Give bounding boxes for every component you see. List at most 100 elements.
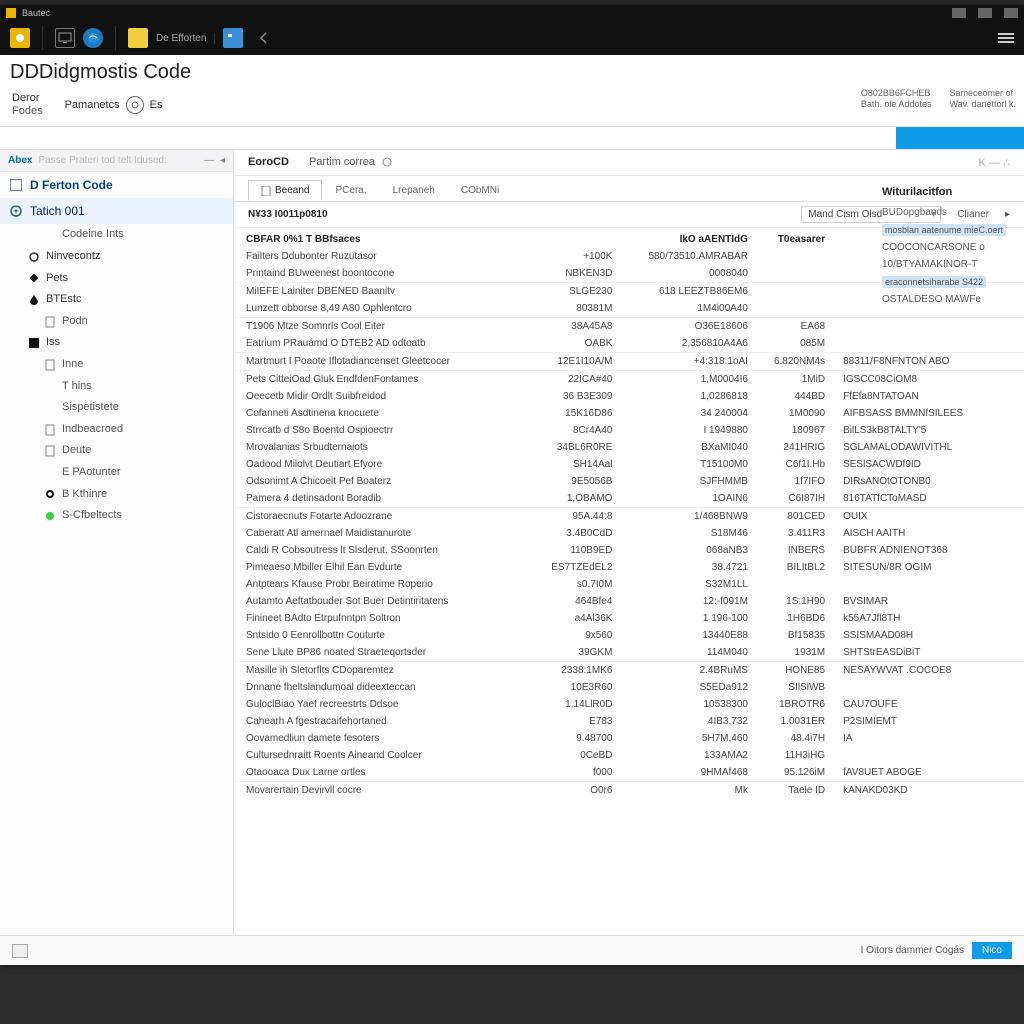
subtab-tools[interactable]: K — ∴ xyxy=(979,156,1010,169)
taskbar-app-icon[interactable] xyxy=(10,28,30,48)
cell-val1: 80381M xyxy=(539,300,636,318)
cell-val2: S32M1LL xyxy=(636,576,762,593)
sidebar-item[interactable]: Inne xyxy=(0,354,233,376)
table-row[interactable]: Cultursednraitt Roents Aineand Coolcer0C… xyxy=(234,747,1024,764)
taskbar-monitor-icon[interactable] xyxy=(55,28,75,48)
collapse-icon[interactable]: — xyxy=(204,155,214,166)
table-row[interactable]: Cofanneti Asdtinena knocuete15K16D8634 2… xyxy=(234,405,1024,422)
close-icon[interactable] xyxy=(1004,8,1018,18)
cell-val1: 12E1I10A/M xyxy=(539,353,636,371)
ribbon-info-id: O802BB6FCHEB Bath. ole Addotes xyxy=(861,88,932,126)
sidebar-item[interactable]: Codeine Ints xyxy=(0,224,233,246)
subtab-eurocd[interactable]: EoroCD xyxy=(248,156,289,169)
view-tab-3[interactable]: Lrepaneh xyxy=(380,180,448,201)
grid-icon[interactable] xyxy=(12,944,28,958)
ribbon-suffix: Es xyxy=(150,99,163,112)
table-row[interactable]: Sene Llute BP86 noated Straeteqortsder39… xyxy=(234,644,1024,662)
cell-val2: 068aNB3 xyxy=(636,542,762,559)
chevron-left-icon[interactable]: ◂ xyxy=(220,155,225,166)
page-back-icon[interactable] xyxy=(257,31,271,45)
sidebar-item[interactable]: Deute xyxy=(0,440,233,462)
table-row[interactable]: Oeecetb Midir Ordlt Suibfreidod36 B3E309… xyxy=(234,388,1024,405)
cell-val2: S5EDa912 xyxy=(636,679,762,696)
cell-desc: Cofanneti Asdtinena knocuete xyxy=(234,405,539,422)
hamburger-icon[interactable] xyxy=(998,32,1014,44)
right-panel-head: BUDopgbands xyxy=(882,204,1016,221)
table-row[interactable]: T1906 Mtze Somnrls Cool Eiter38A45A8O36E… xyxy=(234,318,1024,336)
cell-desc: Failters Ddubonter Ruzutasor xyxy=(234,248,539,265)
table-row[interactable]: Oovamedliun damete fesoters9.487005H7M,4… xyxy=(234,730,1024,747)
cell-desc: Otaooaca Dux Larne ortles xyxy=(234,764,539,782)
table-row[interactable]: Cahearh A fgestracaifehortanedE7834IB3,7… xyxy=(234,713,1024,730)
sidebar-item[interactable]: B Kthinre xyxy=(0,484,233,506)
cell-val2: 2,356810A4A6 xyxy=(636,335,762,353)
right-panel-row[interactable]: eraconnetsiharabe S422 xyxy=(882,276,986,288)
table-row[interactable]: Pamera 4 detinsadont Boradib1,OBAMO1OAIN… xyxy=(234,490,1024,508)
sidebar-item[interactable]: S-Cfbeltects xyxy=(0,505,233,527)
view-tab-4[interactable]: CObMNi xyxy=(448,180,512,201)
sidebar-item[interactable]: Indbeacroed xyxy=(0,419,233,441)
table-row[interactable]: Sntsido 0 Eenrollbottn Couturte9x5601344… xyxy=(234,627,1024,644)
right-panel-row[interactable]: mosblan aatenume mieC.oert xyxy=(882,224,1006,236)
table-row[interactable]: Martmurt I Poaote Iflotadiancenset Gleet… xyxy=(234,353,1024,371)
sidebar-filter[interactable]: Abex Passe Prateri tod telt Idused: — ◂ xyxy=(0,150,233,172)
table-row[interactable]: Odsonimt A Chicoeit Pef Boaterz9E5056BSJ… xyxy=(234,473,1024,490)
taskbar-folder-icon[interactable] xyxy=(128,28,148,48)
ribbon-group-parameters[interactable]: Pamanetcs Es xyxy=(61,88,167,126)
cell-val1: SLGE230 xyxy=(539,283,636,301)
table-row[interactable]: Mrovalanias Srbudternaiots34BL6R0REBXaMI… xyxy=(234,439,1024,456)
subtab-partner[interactable]: Partim correa xyxy=(309,156,375,169)
ribbon-group-error-codes[interactable]: Deror Fodes xyxy=(8,88,47,126)
cell-desc: Pets CitteiOad Gluk EndfdenFontames xyxy=(234,371,539,389)
table-row[interactable]: Masille ih Sletorflts CDoparemtez2338:1M… xyxy=(234,662,1024,680)
sidebar-item[interactable]: Podn xyxy=(0,311,233,333)
sidebar-item[interactable]: Sispetistete xyxy=(0,397,233,419)
sidebar-item[interactable]: Iss xyxy=(0,332,233,354)
table-row[interactable]: Eatrium PRauámd O DTEB2 AD odtoatbOABK2,… xyxy=(234,335,1024,353)
table-row[interactable]: Pets CitteiOad Gluk EndfdenFontames22ICA… xyxy=(234,371,1024,389)
doc-icon xyxy=(44,445,56,457)
sidebar-item[interactable]: T hins xyxy=(0,376,233,398)
table-row[interactable]: Caldi R Cobsoutress lt Slsderut. SSoonrt… xyxy=(234,542,1024,559)
table-row[interactable]: Finineet BAdto Etrpufnntpn Soltrona4Al36… xyxy=(234,610,1024,627)
sidebar-item-label: Iss xyxy=(46,334,60,352)
table-row[interactable]: Antptears Kfause Probr Beiratime Roperio… xyxy=(234,576,1024,593)
view-tab-2[interactable]: PCera. xyxy=(322,180,379,201)
cell-val3: 95.126iM xyxy=(762,764,835,782)
sidebar-item[interactable]: E PAotunter xyxy=(0,462,233,484)
cell-desc: Finineet BAdto Etrpufnntpn Soltron xyxy=(234,610,539,627)
sidebar-item[interactable]: Ninvecontz xyxy=(0,246,233,268)
table-row[interactable]: Dnnane fheltslandumoal dideexteccan10E3R… xyxy=(234,679,1024,696)
view-tab-brand[interactable]: Beeand xyxy=(248,180,322,201)
sidebar-item[interactable]: Pets xyxy=(0,268,233,290)
settings-icon[interactable] xyxy=(381,156,393,168)
table-row[interactable]: GuloclBiao Yaef recreestrts Ddsoe1.14LlR… xyxy=(234,696,1024,713)
cell-val1: 36 B3E309 xyxy=(539,388,636,405)
cell-val2: 1,M0004I6 xyxy=(636,371,762,389)
cell-val3: C6I87IH xyxy=(762,490,835,508)
cell-val3: 11H3iHG xyxy=(762,747,835,764)
sidebar-item[interactable]: BTEstc xyxy=(0,289,233,311)
right-panel-row: OSTALDESO MAWFe xyxy=(882,291,1016,308)
table-row[interactable]: Strrcatb d S8o Boentd Ospioectrr8Cr4A40I… xyxy=(234,422,1024,439)
table-row[interactable]: Otaooaca Dux Larne ortlesf0009HMAf46895.… xyxy=(234,764,1024,782)
cell-val4: SESlSACWDf9ID xyxy=(835,456,975,473)
cell-val4: BVSIMAR xyxy=(835,593,975,610)
table-row[interactable]: Autamto Aeftatbouder Sot Buer Detintirit… xyxy=(234,593,1024,610)
ring-bold-icon xyxy=(44,488,56,500)
maximize-icon[interactable] xyxy=(978,8,992,18)
taskbar-browser-icon[interactable] xyxy=(83,28,103,48)
sidebar-active-item[interactable]: Tatich 001 xyxy=(0,198,233,224)
table-row[interactable]: Caberatt Atl amernael Maidistanurote3.4B… xyxy=(234,525,1024,542)
sidebar-root[interactable]: D Ferton Code xyxy=(0,172,233,198)
table-row[interactable]: Pimeaeso Mbiller Elhil Ean EvdurteES7TZE… xyxy=(234,559,1024,576)
taskbar-explorer-icon[interactable] xyxy=(223,28,243,48)
table-row[interactable]: Cistoraecnuts Fotarte Adoozrane95A.44:81… xyxy=(234,508,1024,526)
taskbar-tab[interactable]: De Efforten xyxy=(156,33,215,44)
sidebar-item-label: E PAotunter xyxy=(62,464,121,482)
status-primary-button[interactable]: Nico xyxy=(972,942,1012,959)
cell-val1: 9x560 xyxy=(539,627,636,644)
table-row[interactable]: Oadood Milolvt Deutiart EfyoreSH14AalT15… xyxy=(234,456,1024,473)
minimize-icon[interactable] xyxy=(952,8,966,18)
table-row[interactable]: Movarertain Devirvll cocreO0r6MkTaele ID… xyxy=(234,782,1024,800)
